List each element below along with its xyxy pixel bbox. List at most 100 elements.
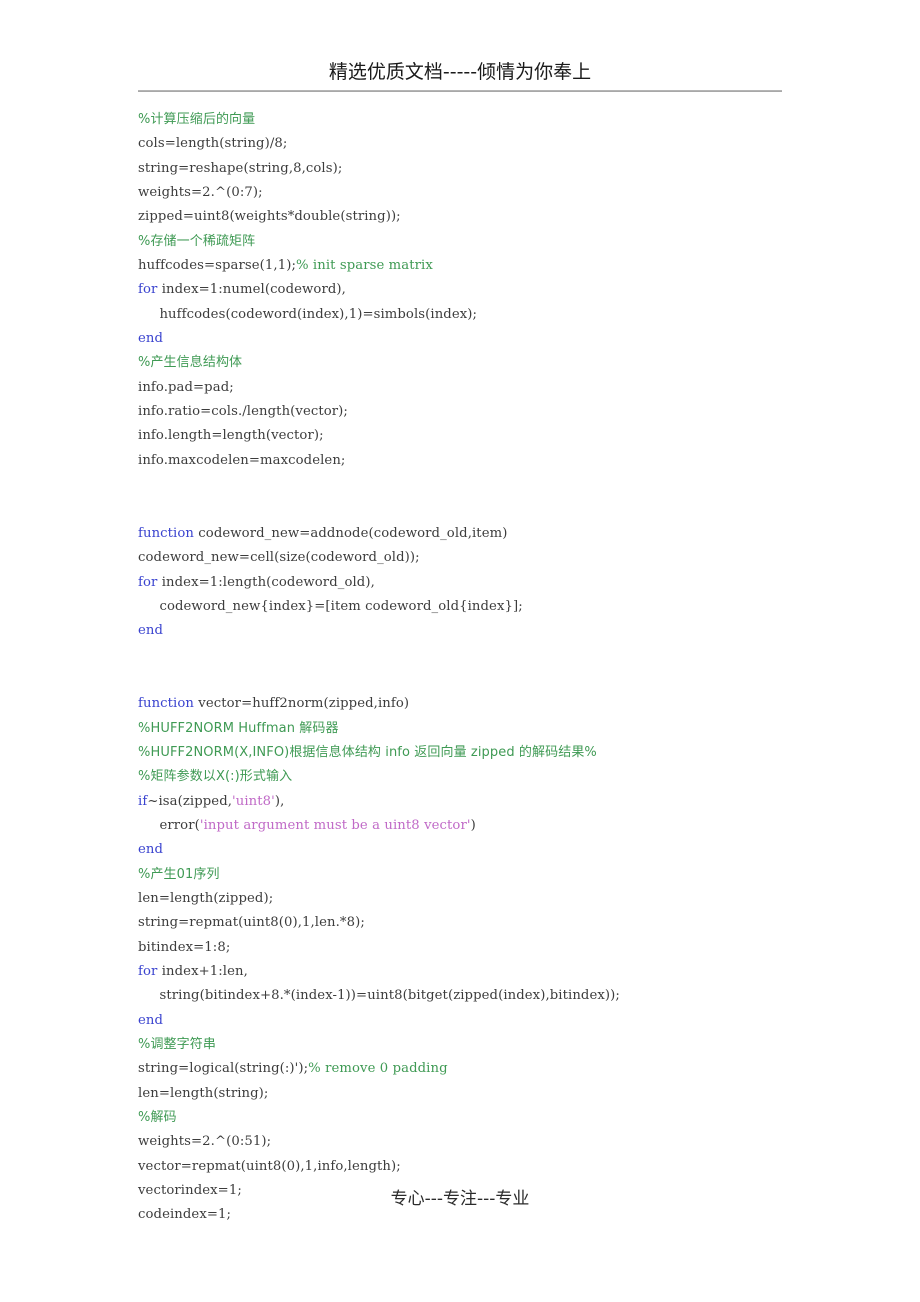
code-line: for index+1:len, — [138, 960, 878, 984]
code-token-plain: huffcodes=sparse(1,1); — [138, 258, 296, 274]
code-line: string=logical(string(:)');% remove 0 pa… — [138, 1057, 878, 1081]
code-listing: %计算压缩后的向量 cols=length(string)/8; string=re… — [138, 108, 878, 1228]
code-token-plain: ~isa(zipped, — [147, 793, 233, 809]
code-line: if~isa(zipped,'uint8'), — [138, 790, 878, 814]
code-token-plain: ) — [470, 817, 476, 833]
code-line: codeword_new=cell(size(codeword_old)); — [138, 546, 878, 570]
code-line: %HUFF2NORM(X,INFO)根据信息体结构 info 返回向量 zipp… — [138, 741, 878, 765]
code-token-plain: string=repmat(uint8(0),1,len.*8); — [138, 915, 365, 931]
code-token-plain: info.length=length(vector); — [138, 428, 324, 444]
code-line: function codeword_new=addnode(codeword_o… — [138, 522, 878, 546]
code-line: %HUFF2NORM Huffman 解码器 — [138, 717, 878, 741]
header-title: 精选优质文档-----倾情为你奉上 — [328, 61, 592, 83]
code-token-plain: index+1:len, — [157, 964, 248, 980]
code-line: string(bitindex+8.*(index-1))=uint8(bitg… — [138, 984, 878, 1008]
page-footer: 专心---专注---专业 — [138, 1188, 782, 1210]
page-header: 精选优质文档-----倾情为你奉上 — [138, 60, 782, 84]
code-line: cols=length(string)/8; — [138, 132, 878, 156]
code-token-comment: %产生信息结构体 — [138, 355, 243, 371]
code-token-plain: codeword_new=addnode(codeword_old,item) — [194, 525, 508, 541]
code-token-plain: codeword_new{index}=[item codeword_old{i… — [138, 598, 523, 614]
code-token-plain: bitindex=1:8; — [138, 939, 231, 955]
code-token-comment: %调整字符串 — [138, 1037, 216, 1053]
code-token-plain: zipped=uint8(weights*double(string)); — [138, 209, 401, 225]
code-token-plain: huffcodes(codeword(index),1)=simbols(ind… — [138, 306, 478, 322]
code-token-plain: string=logical(string(:)'); — [138, 1061, 309, 1077]
code-token-comment: %产生01序列 — [138, 866, 220, 882]
code-line: %调整字符串 — [138, 1033, 878, 1057]
code-line: %产生信息结构体 — [138, 351, 878, 375]
code-line: function vector=huff2norm(zipped,info) — [138, 692, 878, 716]
code-token-kw: for — [138, 574, 158, 590]
code-token-plain: weights=2.^(0:51); — [138, 1134, 272, 1150]
code-line: end — [138, 1009, 878, 1033]
code-line: info.length=length(vector); — [138, 424, 878, 448]
code-token-plain: error( — [138, 817, 200, 833]
code-token-comment: %存储一个稀疏矩阵 — [138, 233, 256, 249]
code-token-plain: cols=length(string)/8; — [138, 136, 288, 152]
code-token-plain: index=1:numel(codeword), — [157, 282, 346, 298]
code-token-plain: string=reshape(string,8,cols); — [138, 160, 343, 176]
code-token-plain: vector=repmat(uint8(0),1,info,length); — [138, 1158, 401, 1174]
code-line: len=length(string); — [138, 1082, 878, 1106]
code-line: %计算压缩后的向量 — [138, 108, 878, 132]
code-token-plain: codeword_new=cell(size(codeword_old)); — [138, 550, 420, 566]
code-token-kw: end — [138, 331, 164, 347]
code-line: %存储一个稀疏矩阵 — [138, 230, 878, 254]
code-token-plain: weights=2.^(0:7); — [138, 185, 263, 201]
code-line: error('input argument must be a uint8 ve… — [138, 814, 878, 838]
code-line: huffcodes(codeword(index),1)=simbols(ind… — [138, 303, 878, 327]
code-token-plain: index=1:length(codeword_old), — [157, 574, 375, 590]
code-token-comment: % remove 0 padding — [308, 1061, 448, 1077]
code-token-plain: string(bitindex+8.*(index-1))=uint8(bitg… — [138, 988, 620, 1004]
code-line: huffcodes=sparse(1,1);% init sparse matr… — [138, 254, 878, 278]
code-line: %产生01序列 — [138, 863, 878, 887]
code-line: %矩阵参数以X(:)形式输入 — [138, 765, 878, 789]
code-line: for index=1:numel(codeword), — [138, 278, 878, 302]
code-line: info.maxcodelen=maxcodelen; — [138, 449, 878, 473]
code-token-comment: %矩阵参数以X(:)形式输入 — [138, 769, 293, 785]
code-line: info.pad=pad; — [138, 376, 878, 400]
code-token-plain: len=length(zipped); — [138, 891, 274, 906]
footer-text: 专心---专注---专业 — [390, 1189, 530, 1209]
code-line: string=reshape(string,8,cols); — [138, 157, 878, 181]
code-token-str: 'uint8' — [232, 793, 275, 809]
code-line: info.ratio=cols./length(vector); — [138, 400, 878, 424]
code-token-str: 'input argument must be a uint8 vector' — [199, 817, 471, 833]
code-line: len=length(zipped); — [138, 887, 878, 911]
code-token-comment: %解码 — [138, 1110, 177, 1126]
code-token-plain: info.pad=pad; — [138, 379, 234, 395]
code-token-plain: vector=huff2norm(zipped,info) — [194, 696, 410, 712]
code-token-kw: end — [138, 623, 164, 639]
document-page: 精选优质文档-----倾情为你奉上 %计算压缩后的向量 cols=length(s… — [0, 0, 920, 1302]
code-token-kw: function — [138, 525, 195, 541]
code-token-plain: info.ratio=cols./length(vector); — [138, 404, 348, 420]
code-line: for index=1:length(codeword_old), — [138, 571, 878, 595]
code-token-kw: for — [138, 282, 158, 298]
code-line: zipped=uint8(weights*double(string)); — [138, 205, 878, 229]
code-token-kw: end — [138, 1012, 164, 1028]
code-token-comment: %计算压缩后的向量 — [138, 112, 256, 127]
code-line: bitindex=1:8; — [138, 936, 878, 960]
code-token-kw: function — [138, 696, 195, 712]
code-token-plain: ), — [274, 793, 285, 809]
code-token-kw: end — [138, 842, 164, 858]
code-line: end — [138, 838, 878, 862]
code-token-kw: if — [138, 793, 148, 809]
code-line: vector=repmat(uint8(0),1,info,length); — [138, 1155, 878, 1179]
code-line: codeword_new{index}=[item codeword_old{i… — [138, 595, 878, 619]
code-line: end — [138, 327, 878, 351]
code-token-comment: %HUFF2NORM(X,INFO)根据信息体结构 info 返回向量 zipp… — [138, 744, 597, 760]
header-divider — [138, 90, 782, 92]
code-line: weights=2.^(0:51); — [138, 1130, 878, 1154]
code-line: end — [138, 619, 878, 643]
code-token-plain: len=length(string); — [138, 1085, 269, 1101]
code-line: weights=2.^(0:7); — [138, 181, 878, 205]
code-token-comment: %HUFF2NORM Huffman 解码器 — [138, 720, 339, 736]
code-token-comment: % init sparse matrix — [296, 258, 433, 274]
code-line: string=repmat(uint8(0),1,len.*8); — [138, 911, 878, 935]
